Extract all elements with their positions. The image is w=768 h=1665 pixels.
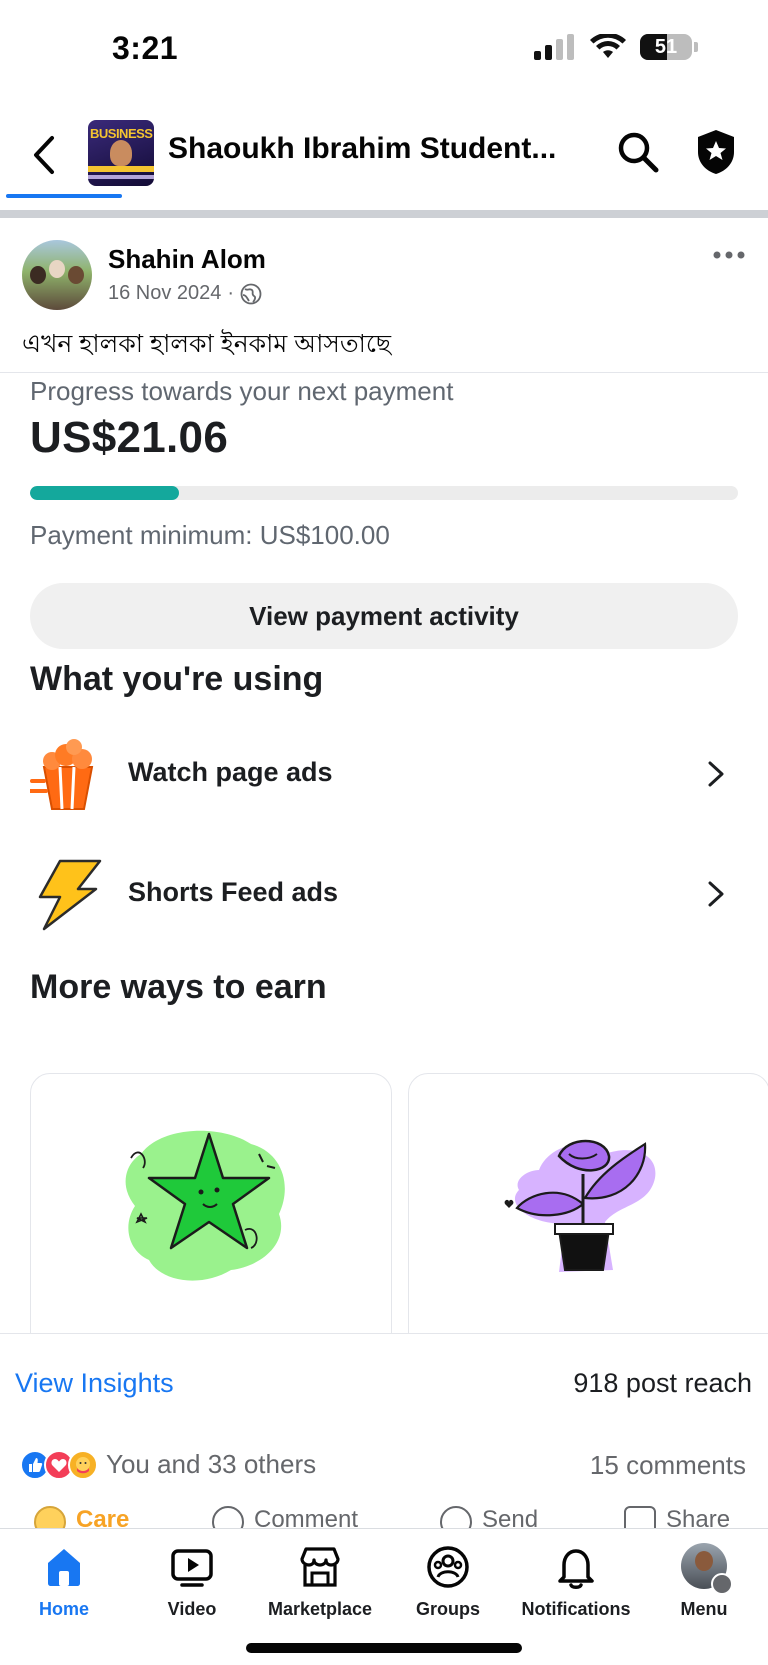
payment-minimum: Payment minimum: US$100.00 [30,520,390,550]
more-options-icon[interactable] [712,248,746,262]
send-action-button[interactable]: Send [440,1506,538,1529]
share-action-button[interactable]: Share [624,1506,730,1529]
status-bar: 3:21 51 [0,0,768,100]
status-time: 3:21 [112,30,179,66]
using-section-title: What you're using [30,660,324,698]
star-icon [125,1130,285,1281]
send-icon [440,1506,472,1529]
care-icon [34,1506,66,1529]
comment-action-button[interactable]: Comment [212,1506,358,1529]
tab-marketplace[interactable]: Marketplace [256,1543,384,1620]
battery-level: 51 [654,35,678,58]
tab-groups[interactable]: Groups [384,1543,512,1620]
group-avatar[interactable]: BUSINESS [88,120,154,186]
earn-card [30,1073,392,1333]
popcorn-icon [30,739,94,810]
reactions-summary[interactable]: You and 33 others [20,1449,316,1480]
group-header: BUSINESS Shaoukh Ibrahim Student... [0,108,768,204]
action-label: Care [76,1506,130,1529]
post-text: এখন হালকা হালকা ইনকাম আসতাছে [22,330,392,358]
post-reach: 918 post reach [573,1368,752,1398]
post-meta: 16 Nov 2024 · [108,282,262,305]
status-icons: 51 [534,34,698,60]
header-divider [0,210,768,218]
payment-progress-bar [30,486,738,500]
action-label: Share [666,1506,731,1529]
groups-icon [427,1546,469,1588]
cellular-signal-icon [534,34,574,60]
wifi-icon [590,34,626,58]
lightning-icon [38,859,102,931]
tab-label: Menu [680,1599,728,1619]
tab-menu[interactable]: Menu [640,1543,768,1620]
comment-icon [212,1506,244,1529]
home-icon [48,1549,80,1586]
care-reaction-icon [68,1449,98,1480]
back-icon[interactable] [26,132,66,178]
marketplace-icon [300,1547,340,1587]
meta-separator: · [227,282,235,304]
earn-section-title: More ways to earn [30,968,327,1006]
tab-label: Video [167,1599,217,1619]
group-avatar-text: BUSINESS [90,126,153,141]
menu-avatar [681,1543,733,1595]
action-label: Send [482,1506,539,1529]
search-icon[interactable] [616,130,660,174]
view-insights-link[interactable]: View Insights [15,1368,174,1399]
action-active-indicator [6,194,122,198]
home-indicator [246,1643,522,1653]
admin-shield-icon[interactable] [694,128,738,176]
progress-label: Progress towards your next payment [30,376,454,406]
using-item-watch-page-ads: Watch page ads [0,725,768,825]
comments-count[interactable]: 15 comments [590,1450,746,1481]
menu-lines-icon [711,1573,733,1595]
post-date[interactable]: 16 Nov 2024 [108,282,221,305]
payment-amount: US$21.06 [30,413,229,462]
tab-video[interactable]: Video [128,1543,256,1620]
share-icon [624,1506,656,1529]
earn-card [408,1073,768,1333]
tab-label: Groups [415,1599,480,1619]
using-item-label: Watch page ads [128,757,333,787]
battery-indicator: 51 [640,34,692,60]
tab-label: Home [38,1599,89,1619]
post-action-bar: Care Comment Send Share [0,1504,768,1529]
payment-progress-fill [30,486,179,500]
author-avatar[interactable] [22,240,92,310]
video-icon [171,1549,213,1587]
globe-icon [240,283,262,304]
group-title[interactable]: Shaoukh Ibrahim Student... [168,132,556,166]
post-footer: View Insights 918 post reach You and 33 … [0,1333,768,1529]
tab-notifications[interactable]: Notifications [512,1543,640,1620]
action-label: Comment [254,1506,359,1529]
view-payment-activity-button: View payment activity [30,583,738,649]
plant-icon [504,1139,656,1272]
post-image[interactable]: Progress towards your next payment US$21… [0,373,768,1333]
post-author-name[interactable]: Shahin Alom [108,244,266,275]
reactions-text: You and 33 others [106,1449,317,1479]
using-item-label: Shorts Feed ads [128,877,339,907]
chevron-right-icon [708,761,724,787]
bell-icon [558,1549,594,1589]
tab-home[interactable]: Home [0,1543,128,1620]
using-item-shorts-feed-ads: Shorts Feed ads [0,845,768,945]
tab-label: Marketplace [267,1599,373,1619]
tab-label: Notifications [521,1599,631,1619]
care-action-button[interactable]: Care [34,1506,129,1529]
chevron-right-icon [708,881,724,907]
